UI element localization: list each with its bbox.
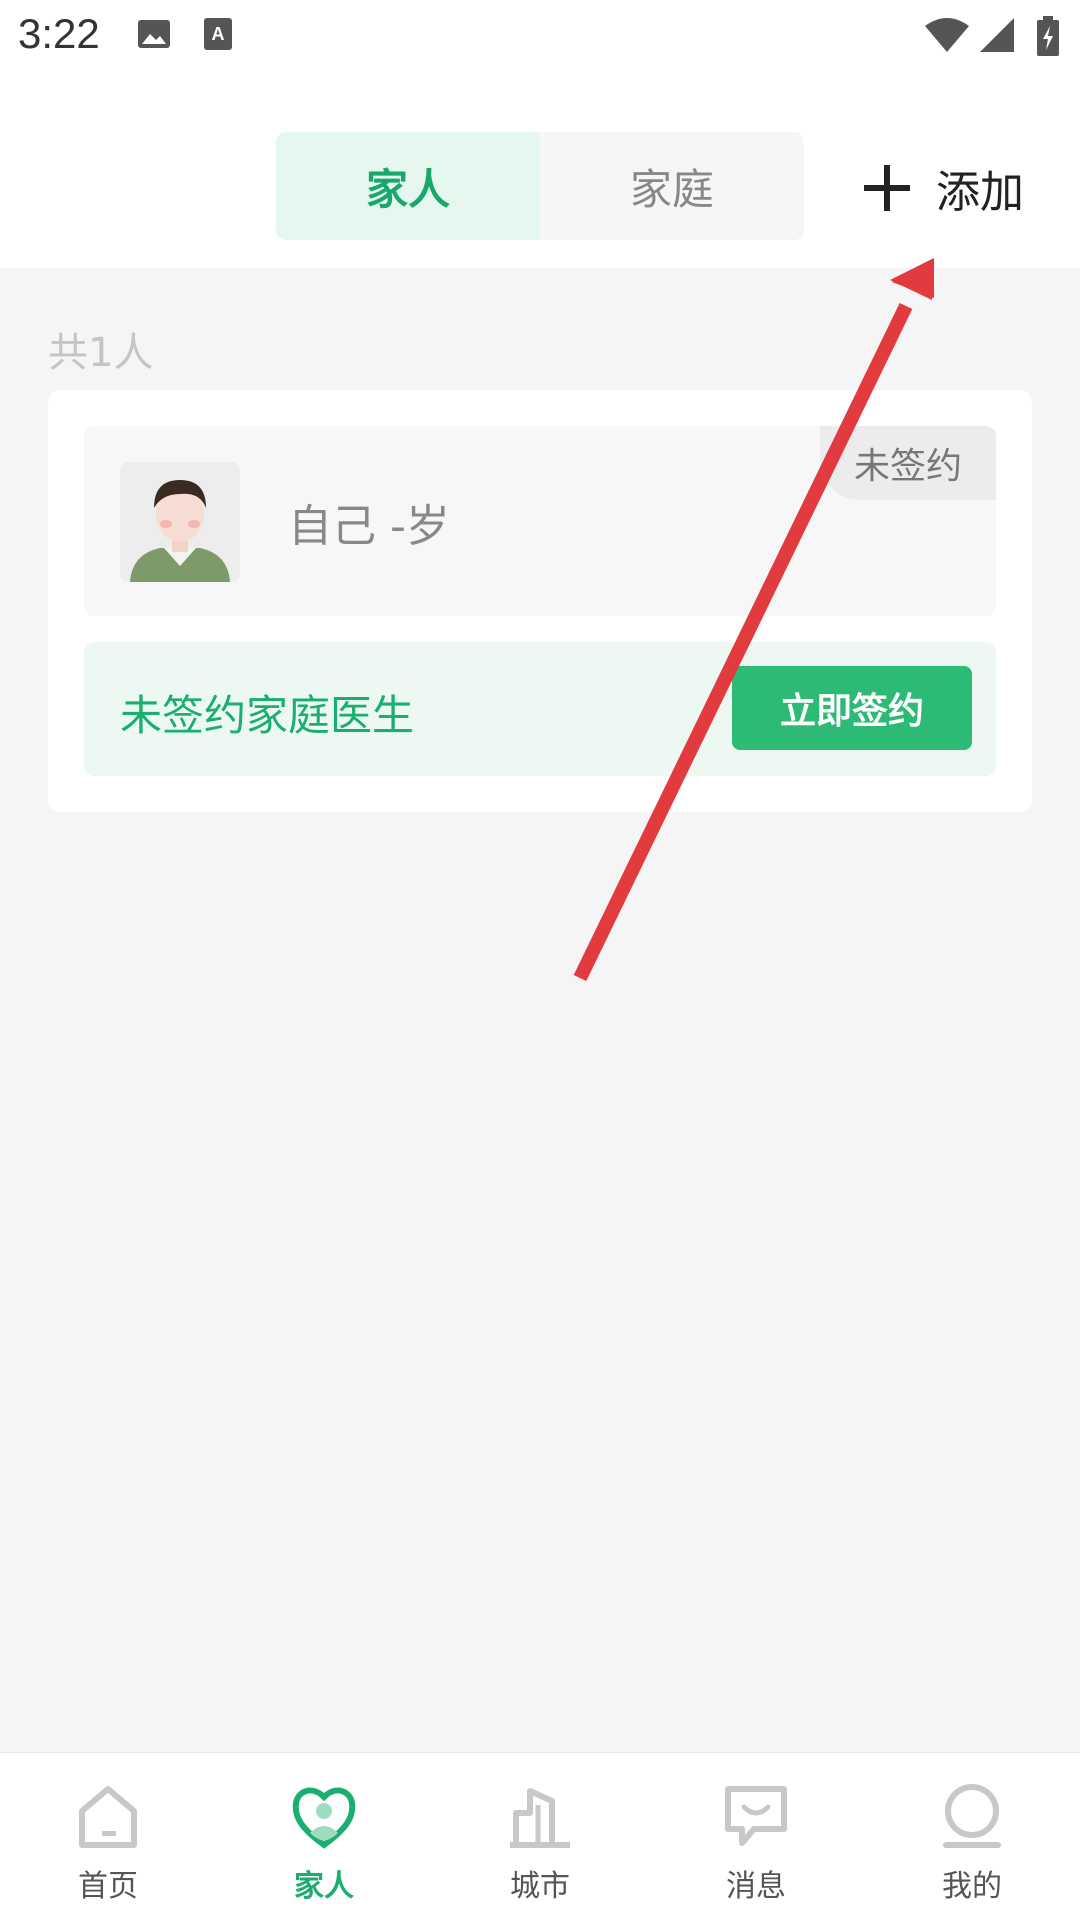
status-bar: 3:22 A xyxy=(0,0,1080,72)
text-notification-icon: A xyxy=(202,16,234,56)
nav-home-label: 首页 xyxy=(78,1869,138,1904)
member-name: 自己 -岁 xyxy=(288,501,450,552)
nav-city[interactable]: 城市 xyxy=(432,1753,648,1921)
nav-home[interactable]: 首页 xyxy=(0,1753,216,1921)
avatar xyxy=(120,462,240,582)
member-count: 共1人 xyxy=(48,330,154,376)
heart-person-icon xyxy=(292,1787,356,1849)
nav-messages-label: 消息 xyxy=(726,1869,786,1904)
annotation-arrow xyxy=(573,258,934,982)
header: 家人 家庭 添加 xyxy=(0,72,1080,268)
status-time: 3:22 xyxy=(18,10,100,57)
status-badge: 未签约 xyxy=(820,426,996,500)
member-row[interactable]: 自己 -岁 未签约 xyxy=(84,426,996,616)
profile-icon xyxy=(943,1784,1001,1848)
bottom-nav: 首页 家人 城市 消息 我的 xyxy=(0,1752,1080,1921)
wifi-icon xyxy=(924,16,970,58)
battery-icon xyxy=(1036,16,1060,60)
member-card: 自己 -岁 未签约 未签约家庭医生 立即签约 xyxy=(48,390,1032,812)
home-icon xyxy=(79,1786,137,1848)
add-button-label: 添加 xyxy=(936,167,1024,218)
plus-icon xyxy=(864,165,910,211)
add-button[interactable]: 添加 xyxy=(862,158,1024,218)
nav-family[interactable]: 家人 xyxy=(216,1753,432,1921)
svg-text:A: A xyxy=(212,24,225,44)
image-notification-icon xyxy=(136,16,172,56)
nav-family-label: 家人 xyxy=(294,1869,354,1904)
city-building-icon xyxy=(510,1788,570,1848)
tab-family-members[interactable]: 家人 xyxy=(276,132,540,240)
sign-doctor-row: 未签约家庭医生 立即签约 xyxy=(84,642,996,776)
sign-prompt: 未签约家庭医生 xyxy=(120,691,415,740)
nav-profile[interactable]: 我的 xyxy=(864,1753,1080,1921)
sign-now-button[interactable]: 立即签约 xyxy=(732,666,972,750)
nav-messages[interactable]: 消息 xyxy=(648,1753,864,1921)
segmented-tabs: 家人 家庭 xyxy=(276,132,804,240)
message-icon xyxy=(725,1786,787,1846)
nav-city-label: 城市 xyxy=(510,1869,570,1904)
tab-household[interactable]: 家庭 xyxy=(540,132,804,240)
cellular-signal-icon xyxy=(978,16,1016,58)
nav-profile-label: 我的 xyxy=(942,1869,1002,1904)
